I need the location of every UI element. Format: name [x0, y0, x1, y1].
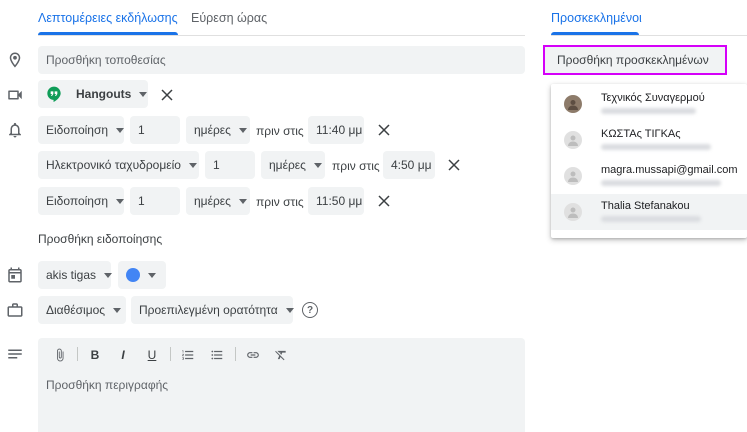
person-icon: [564, 131, 582, 149]
notification-unit-select[interactable]: ημέρες: [186, 187, 250, 215]
notification-amount-input[interactable]: 1: [130, 187, 180, 215]
guest-suggestion-email-blurred: [601, 216, 701, 222]
tab-event-details[interactable]: Λεπτομέρειες εκδήλωσης: [38, 11, 178, 25]
link-icon[interactable]: [243, 345, 263, 365]
notification-type-value: Ειδοποίηση: [46, 194, 109, 208]
chevron-down-icon: [116, 127, 125, 133]
guest-suggestion-item[interactable]: ΚΩΣΤΑς ΤΙΓΚΑς: [551, 122, 747, 158]
guests-divider: [551, 35, 747, 36]
bold-icon[interactable]: B: [85, 345, 105, 365]
remove-notification-button[interactable]: [446, 157, 462, 173]
bell-icon: [6, 121, 24, 139]
notification-type-value: Ειδοποίηση: [46, 123, 109, 137]
guest-suggestion-name: ΚΩΣΤΑς ΤΙΓΚΑς: [601, 128, 681, 140]
add-guests-input[interactable]: Προσθήκη προσκεκλημένων: [543, 45, 727, 75]
guest-suggestion-name: magra.mussapi@gmail.com: [601, 164, 738, 176]
numbered-list-icon[interactable]: [178, 345, 198, 365]
remove-conference-button[interactable]: [159, 87, 175, 103]
notification-time-input[interactable]: 11:50 μμ: [308, 187, 364, 215]
close-icon: [378, 124, 390, 136]
description-lines-icon: [6, 345, 24, 363]
chevron-down-icon: [148, 272, 156, 278]
availability-value: Διαθέσιμος: [46, 303, 106, 317]
guest-suggestions-dropdown: Τεχνικός Συναγερμού ΚΩΣΤΑς ΤΙΓΚΑς magra.…: [551, 84, 747, 238]
tab-find-time[interactable]: Εύρεση ώρας: [191, 11, 267, 25]
chevron-down-icon: [113, 307, 122, 313]
location-input[interactable]: Προσθήκη τοποθεσίας: [38, 46, 525, 74]
guest-suggestion-name: Τεχνικός Συναγερμού: [601, 92, 705, 104]
toolbar-separator: [170, 347, 171, 361]
remove-notification-button[interactable]: [376, 193, 392, 209]
notification-amount-input[interactable]: 1: [205, 151, 255, 179]
calendar-icon: [6, 266, 24, 284]
guest-suggestion-item[interactable]: magra.mussapi@gmail.com: [551, 158, 747, 194]
italic-icon[interactable]: I: [113, 345, 133, 365]
video-camera-icon: [6, 86, 24, 104]
notification-before-label: πριν στις: [256, 124, 304, 138]
bulleted-list-icon[interactable]: [207, 345, 227, 365]
notification-unit-value: ημέρες: [194, 123, 231, 137]
calendar-color-swatch: [126, 268, 140, 282]
conference-label: Hangouts: [76, 87, 132, 101]
notification-unit-value: ημέρες: [194, 194, 231, 208]
conference-selector[interactable]: Hangouts: [38, 80, 148, 108]
briefcase-icon: [6, 301, 24, 319]
notification-type-select[interactable]: Ειδοποίηση: [38, 116, 125, 144]
chevron-down-icon: [313, 162, 322, 168]
guest-suggestion-item[interactable]: Thalia Stefanakou: [551, 194, 747, 230]
remove-notification-button[interactable]: [376, 122, 392, 138]
chevron-down-icon: [139, 91, 148, 97]
close-icon: [161, 89, 173, 101]
visibility-select[interactable]: Προεπιλεγμένη ορατότητα: [131, 296, 294, 324]
location-pin-icon: [6, 51, 24, 69]
calendar-color-select[interactable]: [118, 261, 166, 289]
tabs-divider: [38, 35, 525, 36]
notification-before-label: πριν στις: [256, 195, 304, 209]
chevron-down-icon: [285, 307, 294, 313]
clear-format-icon[interactable]: [271, 345, 291, 365]
availability-select[interactable]: Διαθέσιμος: [38, 296, 126, 324]
avatar: [564, 95, 582, 113]
toolbar-separator: [77, 347, 78, 361]
notification-unit-select[interactable]: ημέρες: [186, 116, 250, 144]
chevron-down-icon: [188, 162, 197, 168]
chevron-down-icon: [238, 127, 247, 133]
guest-suggestion-item[interactable]: Τεχνικός Συναγερμού: [551, 86, 747, 122]
guest-suggestion-email-blurred: [601, 180, 721, 186]
chevron-down-icon: [116, 198, 125, 204]
attachment-icon[interactable]: [50, 345, 70, 365]
guest-suggestion-email-blurred: [601, 144, 711, 150]
notification-type-select[interactable]: Ειδοποίηση: [38, 187, 125, 215]
person-icon: [564, 167, 582, 185]
chevron-down-icon: [104, 272, 113, 278]
guest-suggestion-name: Thalia Stefanakou: [601, 200, 690, 212]
visibility-value: Προεπιλεγμένη ορατότητα: [139, 303, 278, 317]
calendar-owner-value: akis tigas: [46, 268, 97, 282]
tab-guests[interactable]: Προσκεκλημένοι: [551, 11, 642, 25]
help-icon[interactable]: ?: [302, 302, 318, 318]
close-icon: [448, 159, 460, 171]
notification-type-value: Ηλεκτρονικό ταχυδρομείο: [46, 158, 181, 172]
person-icon: [564, 203, 582, 221]
chevron-down-icon: [238, 198, 247, 204]
notification-time-input[interactable]: 11:40 μμ: [308, 116, 364, 144]
close-icon: [378, 195, 390, 207]
calendar-owner-select[interactable]: akis tigas: [38, 261, 113, 289]
description-placeholder: Προσθήκη περιγραφής: [46, 378, 169, 392]
notification-unit-select[interactable]: ημέρες: [261, 151, 325, 179]
underline-icon[interactable]: U: [142, 345, 162, 365]
hangouts-icon: [46, 86, 62, 102]
add-notification-button[interactable]: Προσθήκη ειδοποίησης: [38, 232, 162, 246]
guest-suggestion-email-blurred: [601, 108, 696, 114]
toolbar-separator: [235, 347, 236, 361]
notification-unit-value: ημέρες: [269, 158, 306, 172]
notification-before-label: πριν στις: [332, 159, 380, 173]
notification-type-select[interactable]: Ηλεκτρονικό ταχυδρομείο: [38, 151, 199, 179]
notification-time-input[interactable]: 4:50 μμ: [383, 151, 435, 179]
notification-amount-input[interactable]: 1: [130, 116, 180, 144]
